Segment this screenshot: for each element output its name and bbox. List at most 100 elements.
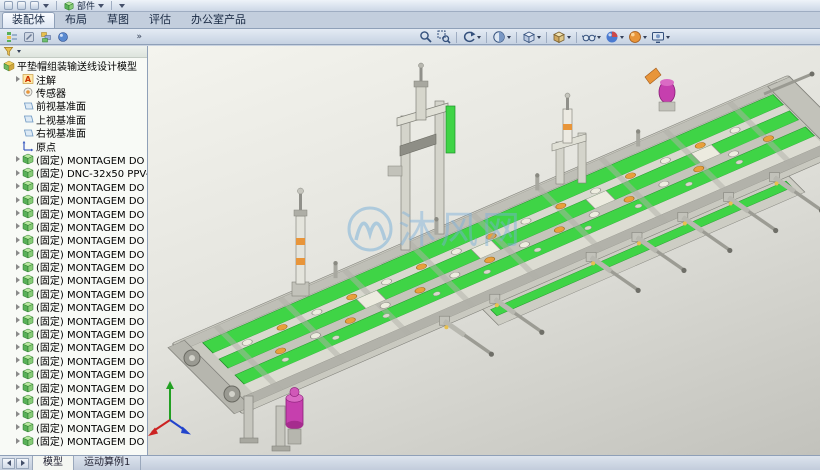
toolbar-icon[interactable] [17,1,26,10]
tree-item[interactable]: 原点 [0,139,147,153]
tree-item[interactable]: (固定) MONTAGEM DO BER [0,340,147,354]
expand-arrow-icon[interactable] [13,384,22,391]
display-manager-tab-icon[interactable] [56,30,70,43]
ribbon-tab[interactable]: 草图 [97,12,139,28]
tree-item-label: (固定) MONTAGEM DO BER [36,423,147,434]
tree-item[interactable]: (固定) MONTAGEM DO BER [0,300,147,313]
tree-item[interactable]: (固定) MONTAGEM DO BER [0,327,147,340]
tree-item[interactable]: 右视基准面 [0,126,147,139]
graphics-viewport[interactable]: 沐风网 [148,46,820,455]
tree-item[interactable]: 上视基准面 [0,113,147,126]
expand-arrow-icon[interactable] [13,357,22,364]
ribbon-tab[interactable]: 评估 [139,12,181,28]
tree-item[interactable]: (固定) MONTAGEM DO BER [0,193,147,206]
ribbon-tab[interactable]: 装配体 [2,12,55,28]
configuration-manager-tab-icon[interactable] [39,30,53,43]
tree-item[interactable]: 传感器 [0,86,147,99]
property-manager-tab-icon[interactable] [22,30,36,43]
tree-item[interactable]: (固定) MONTAGEM DO BER [0,367,147,380]
chevron-down-icon[interactable] [597,35,601,39]
expand-arrow-icon[interactable] [13,156,22,163]
expand-arrow-icon[interactable] [13,276,22,283]
ribbon-tab[interactable]: 布局 [55,12,97,28]
expand-arrow-icon[interactable] [13,236,22,243]
toolbar-icon[interactable] [30,1,39,10]
tree-item[interactable]: (固定) MONTAGEM DO BER [0,434,147,447]
tree-item-root[interactable]: 平垫帽组装输送线设计模型 [0,59,147,72]
zoom-area-icon[interactable] [436,30,452,45]
tree-item[interactable]: (固定) MONTAGEM DO BER [0,313,147,327]
zoom-fit-icon[interactable] [418,30,434,45]
chevron-down-icon[interactable] [17,50,21,53]
hide-show-icon[interactable] [581,30,602,45]
tree-item[interactable]: 前视基准面 [0,99,147,113]
chevron-down-icon[interactable] [119,3,126,8]
tree-item[interactable]: A 注解 [0,72,147,86]
chevron-down-icon[interactable] [98,3,105,8]
expand-arrow-icon[interactable] [13,169,22,176]
svg-text:A: A [25,75,32,84]
section-view-icon[interactable] [491,30,512,45]
tree-item[interactable]: (固定) MONTAGEM DO BER [0,180,147,193]
sheet-tab[interactable]: 模型 [32,456,74,470]
ribbon-tab[interactable]: 办公室产品 [181,12,256,28]
chevron-down-icon[interactable] [666,35,670,39]
origin-icon [22,140,35,152]
chevron-down-icon[interactable] [43,3,49,8]
expand-arrow-icon[interactable] [13,263,22,270]
apply-scene-icon[interactable] [627,30,648,45]
expand-arrow-icon[interactable] [13,410,22,417]
tree-item[interactable]: (固定) DNC-32x50 PPV-A [0,166,147,180]
edit-appearance-icon[interactable] [604,30,625,45]
tree-item[interactable]: (固定) MONTAGEM DO BER [0,220,147,233]
expand-arrow-icon[interactable] [13,330,22,337]
tree-item[interactable]: (固定) MONTAGEM DO BER [0,273,147,287]
previous-view-icon[interactable] [461,30,482,45]
tree-item[interactable]: (固定) MONTAGEM DO BER [0,246,147,260]
tree-item[interactable]: (固定) MONTAGEM DO BER [0,407,147,421]
expand-arrow-icon[interactable] [13,343,22,350]
component-icon [22,408,35,420]
chevron-down-icon[interactable] [567,35,571,39]
expand-arrow-icon[interactable] [13,437,22,444]
expand-arrow-icon[interactable] [13,397,22,404]
display-style-icon[interactable] [551,30,572,45]
tree-item[interactable]: (固定) MONTAGEM DO BER [0,260,147,273]
expand-arrow-icon[interactable] [13,317,22,324]
tree-item[interactable]: (固定) MONTAGEM DO BER [0,394,147,407]
tree-item[interactable]: (固定) MONTAGEM DO BER [0,421,147,434]
chevron-down-icon[interactable] [537,35,541,39]
tree-item[interactable]: (固定) MONTAGEM DO BER [0,233,147,246]
separator [516,31,517,43]
sheet-tab[interactable]: 运动算例1 [74,456,142,470]
tree-item[interactable]: (固定) MONTAGEM DO BER [0,287,147,300]
expand-arrow-icon[interactable] [13,424,22,431]
view-settings-icon[interactable] [650,30,671,45]
expand-arrow-icon[interactable] [13,250,22,257]
tab-scroll-right-button[interactable] [16,457,29,469]
toolbar-icon[interactable] [4,1,13,10]
view-orientation-icon[interactable] [521,30,542,45]
panel-overflow-chevron[interactable]: » [136,32,142,42]
chevron-down-icon[interactable] [477,35,481,39]
tree-item[interactable]: (固定) MONTAGEM DO BER [0,354,147,367]
tree-item-label: (固定) MONTAGEM DO BER [36,289,147,301]
tree-item[interactable]: (固定) MONTAGEM DO BER [0,206,147,220]
chevron-down-icon[interactable] [620,35,624,39]
tree-item[interactable]: (固定) MONTAGEM DO VED [0,153,147,166]
chevron-down-icon[interactable] [643,35,647,39]
tree-item-label: (固定) MONTAGEM DO BER [36,383,147,394]
expand-arrow-icon[interactable] [13,370,22,377]
expand-arrow-icon[interactable] [13,209,22,216]
tree-item[interactable]: (固定) MONTAGEM DO BER [0,380,147,394]
expand-arrow-icon[interactable] [13,290,22,297]
chevron-down-icon[interactable] [507,35,511,39]
component-button[interactable]: 部件 [64,0,105,12]
expand-arrow-icon[interactable] [13,223,22,230]
tree-item-label: (固定) MONTAGEM DO BER [36,276,147,287]
expand-arrow-icon[interactable] [13,303,22,310]
expand-arrow-icon[interactable] [13,196,22,203]
expand-arrow-icon[interactable] [13,183,22,190]
expand-arrow-icon[interactable] [13,76,22,83]
tab-scroll-left-button[interactable] [2,457,15,469]
